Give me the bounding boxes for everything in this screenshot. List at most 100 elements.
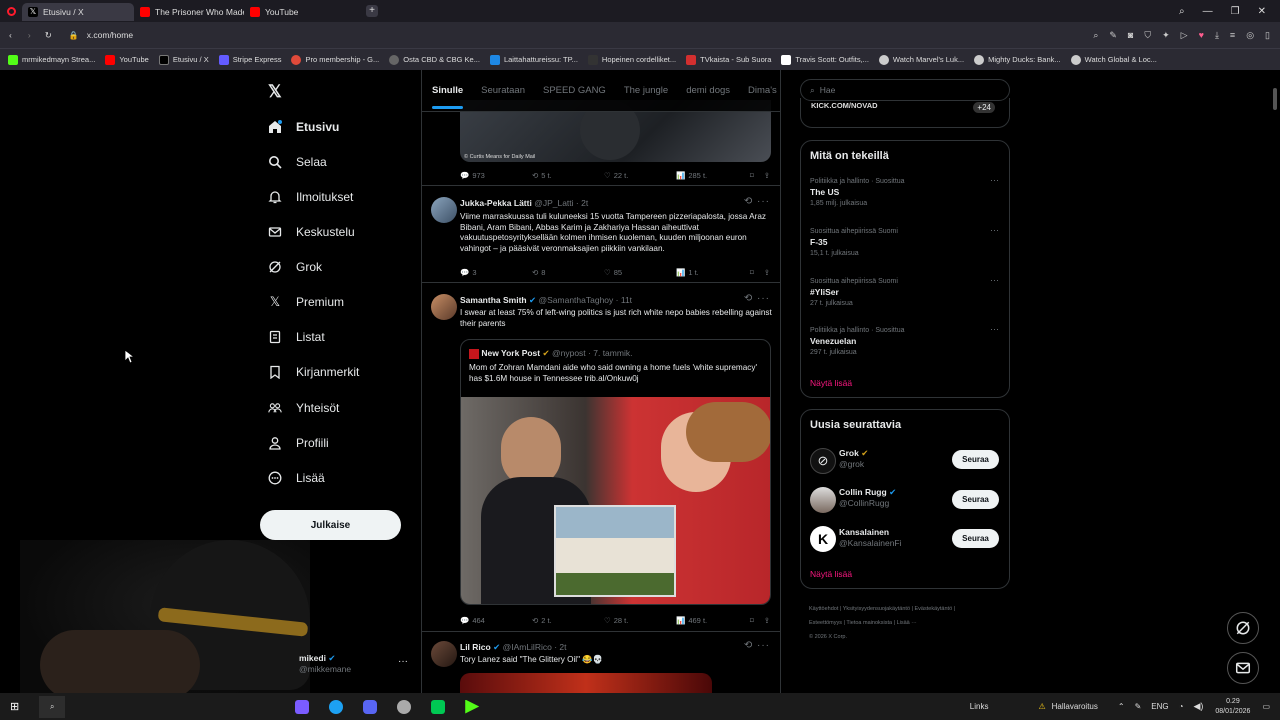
- bookmark-item[interactable]: YouTube: [105, 54, 149, 65]
- edit-icon[interactable]: ✎: [1109, 30, 1117, 41]
- tweet-media[interactable]: [460, 673, 712, 693]
- heart-icon[interactable]: ♥: [1199, 30, 1204, 41]
- tab-following[interactable]: Seurataan: [481, 85, 525, 96]
- tab-for-you[interactable]: Sinulle: [432, 85, 464, 109]
- clock[interactable]: 0.29 08/01/2026: [1215, 697, 1250, 717]
- bookmark-icon[interactable]: ⌑: [750, 171, 754, 180]
- play-icon[interactable]: ▷: [1181, 30, 1188, 41]
- app-taskbar-icon[interactable]: [465, 699, 480, 714]
- tweet-card[interactable]: Lil Rico ✔ @IAmLilRico · 2t ⟲ ··· Tory L…: [422, 633, 780, 693]
- trend-more-icon[interactable]: ···: [990, 175, 999, 185]
- reply-button[interactable]: 💬 973: [460, 171, 532, 180]
- nav-premium[interactable]: 𝕏 Premium: [268, 294, 344, 309]
- follow-button[interactable]: Seuraa: [952, 490, 999, 509]
- bookmark-item[interactable]: Watch Marvel's Luk...: [878, 54, 964, 65]
- views-button[interactable]: 📊 1 t.: [676, 268, 748, 277]
- footer-link[interactable]: Evästekäytäntö: [915, 606, 953, 612]
- share-icon[interactable]: ⇪: [764, 616, 770, 625]
- pen-icon[interactable]: ✎: [1135, 702, 1142, 711]
- weather-status[interactable]: Hallavaroitus: [1052, 702, 1098, 711]
- footer-link[interactable]: Lisää ···: [897, 620, 917, 626]
- tab-list[interactable]: Dima's Di: [748, 85, 780, 96]
- avatar[interactable]: [431, 294, 457, 320]
- like-button[interactable]: ♡ 22 t.: [604, 171, 676, 180]
- follow-suggestion[interactable]: Kansalainen @KansalainenFi: [839, 527, 902, 549]
- language-indicator[interactable]: ENG: [1151, 702, 1168, 711]
- bookmark-item[interactable]: Pro membership - G...: [291, 54, 379, 65]
- bookmark-icon[interactable]: ⌑: [750, 268, 754, 277]
- back-icon[interactable]: ‹: [9, 30, 12, 40]
- nav-more[interactable]: Lisää: [268, 471, 325, 485]
- footer-link[interactable]: Tietoa mainoksista: [846, 620, 892, 626]
- volume-icon[interactable]: ◀): [1193, 701, 1203, 712]
- shield-icon[interactable]: ⛉: [1144, 30, 1151, 41]
- kansalainen-logo-icon[interactable]: K: [810, 526, 836, 552]
- quote-image[interactable]: [461, 397, 770, 604]
- trend-item[interactable]: Politiikka ja hallinto · Suosittua Venezu…: [810, 325, 905, 358]
- nav-notifications[interactable]: Ilmoitukset: [268, 190, 353, 204]
- bookmark-item[interactable]: Watch Global & Loc...: [1070, 54, 1157, 65]
- bookmark-item[interactable]: Hopeinen cordelliket...: [587, 54, 676, 65]
- trend-more-icon[interactable]: ···: [990, 275, 999, 285]
- footer-link[interactable]: Esteettömyys: [809, 620, 842, 626]
- extension-icon[interactable]: ✦: [1162, 30, 1170, 41]
- reply-button[interactable]: 💬 464: [460, 616, 532, 625]
- bookmark-icon[interactable]: ⌑: [750, 616, 754, 625]
- follow-suggestion[interactable]: Grok ✔ @grok: [839, 448, 868, 470]
- lens-icon[interactable]: ⌕: [1093, 30, 1098, 41]
- bookmark-item[interactable]: Laittahattureissu: TP...: [489, 54, 578, 65]
- nav-profile[interactable]: Profiili: [268, 436, 329, 450]
- url-field[interactable]: x.com/home: [87, 30, 133, 40]
- messages-float-button[interactable]: [1227, 652, 1259, 684]
- repost-button[interactable]: ⟲ 8: [532, 268, 604, 277]
- tweet-more-icon[interactable]: ⟲ ···: [744, 196, 770, 207]
- bookmark-item[interactable]: mrmikedmayn Strea...: [8, 54, 95, 65]
- trend-item[interactable]: Suosittua aihepiirissä Suomi F-35 15,1 t. …: [810, 226, 898, 259]
- tab-list[interactable]: The jungle: [624, 85, 668, 96]
- trend-item[interactable]: Suosittua aihepiirissä Suomi #YliSer 27 t.…: [810, 276, 898, 309]
- nav-communities[interactable]: Yhteisöt: [268, 401, 339, 415]
- tweet-card[interactable]: Samantha Smith ✔ @SamanthaTaghoy · 11t ⟲…: [422, 284, 780, 632]
- menu-icon[interactable]: ≡: [1230, 30, 1235, 41]
- bookmark-item[interactable]: Osta CBD & CBG Ke...: [389, 54, 480, 65]
- tweet-more-icon[interactable]: ⟲ ···: [744, 640, 770, 651]
- discord-icon[interactable]: [363, 699, 378, 714]
- nav-lists[interactable]: Listat: [268, 330, 325, 344]
- notifications-icon[interactable]: ▭: [1262, 702, 1270, 711]
- bookmark-item[interactable]: Travis Scott: Outfits,...: [781, 54, 869, 65]
- search-box[interactable]: ⌕ Hae: [800, 79, 1010, 101]
- grok-float-button[interactable]: [1227, 612, 1259, 644]
- trend-more-icon[interactable]: ···: [990, 225, 999, 235]
- footer-link[interactable]: Käyttöehdot: [809, 606, 838, 612]
- share-icon[interactable]: ⇪: [764, 171, 770, 180]
- trend-more-icon[interactable]: ···: [990, 324, 999, 334]
- like-button[interactable]: ♡ 85: [604, 268, 676, 277]
- forward-icon[interactable]: ›: [28, 30, 31, 40]
- quote-tweet[interactable]: New York Post ✔ @nypost · 7. tammik. Mom…: [460, 339, 771, 605]
- sidebar-icon[interactable]: ▯: [1265, 30, 1270, 41]
- search-icon[interactable]: ⌕: [39, 695, 66, 718]
- edge-icon[interactable]: [329, 699, 344, 714]
- repost-button[interactable]: ⟲ 2 t.: [532, 616, 604, 625]
- grok-icon[interactable]: ⊘: [810, 448, 836, 474]
- nav-home[interactable]: Etusivu: [268, 120, 339, 134]
- tab-prisoner-video[interactable]: The Prisoner Who Made t: [134, 3, 244, 21]
- footer-link[interactable]: Yksityisyydensuojakäytäntö: [843, 606, 910, 612]
- maximize-icon[interactable]: ❐: [1231, 6, 1240, 17]
- nav-bookmarks[interactable]: Kirjanmerkit: [268, 365, 359, 379]
- camera-icon[interactable]: ◙: [1128, 30, 1133, 41]
- share-icon[interactable]: ⇪: [764, 268, 770, 277]
- tab-list[interactable]: demi dogs: [686, 85, 730, 96]
- repost-button[interactable]: ⟲ 5 t.: [532, 171, 604, 180]
- opera-logo-icon[interactable]: [0, 6, 22, 16]
- tweet-card[interactable]: Jukka-Pekka Lätti @JP_Latti · 2t ⟲ ··· V…: [422, 187, 780, 283]
- tray-chevron-icon[interactable]: ⌃: [1118, 702, 1125, 711]
- bookmark-item[interactable]: Mighty Ducks: Bank...: [974, 54, 1061, 65]
- taskbar-links[interactable]: Links: [970, 702, 989, 711]
- account-switcher[interactable]: mikedi ✔ @mikkemane: [299, 653, 351, 674]
- tab-youtube[interactable]: YouTube: [244, 3, 362, 21]
- app-taskbar-icon[interactable]: [431, 699, 446, 714]
- app-taskbar-icon[interactable]: [295, 699, 310, 714]
- scrollbar-thumb[interactable]: [1273, 88, 1277, 110]
- minimize-icon[interactable]: —: [1203, 6, 1213, 17]
